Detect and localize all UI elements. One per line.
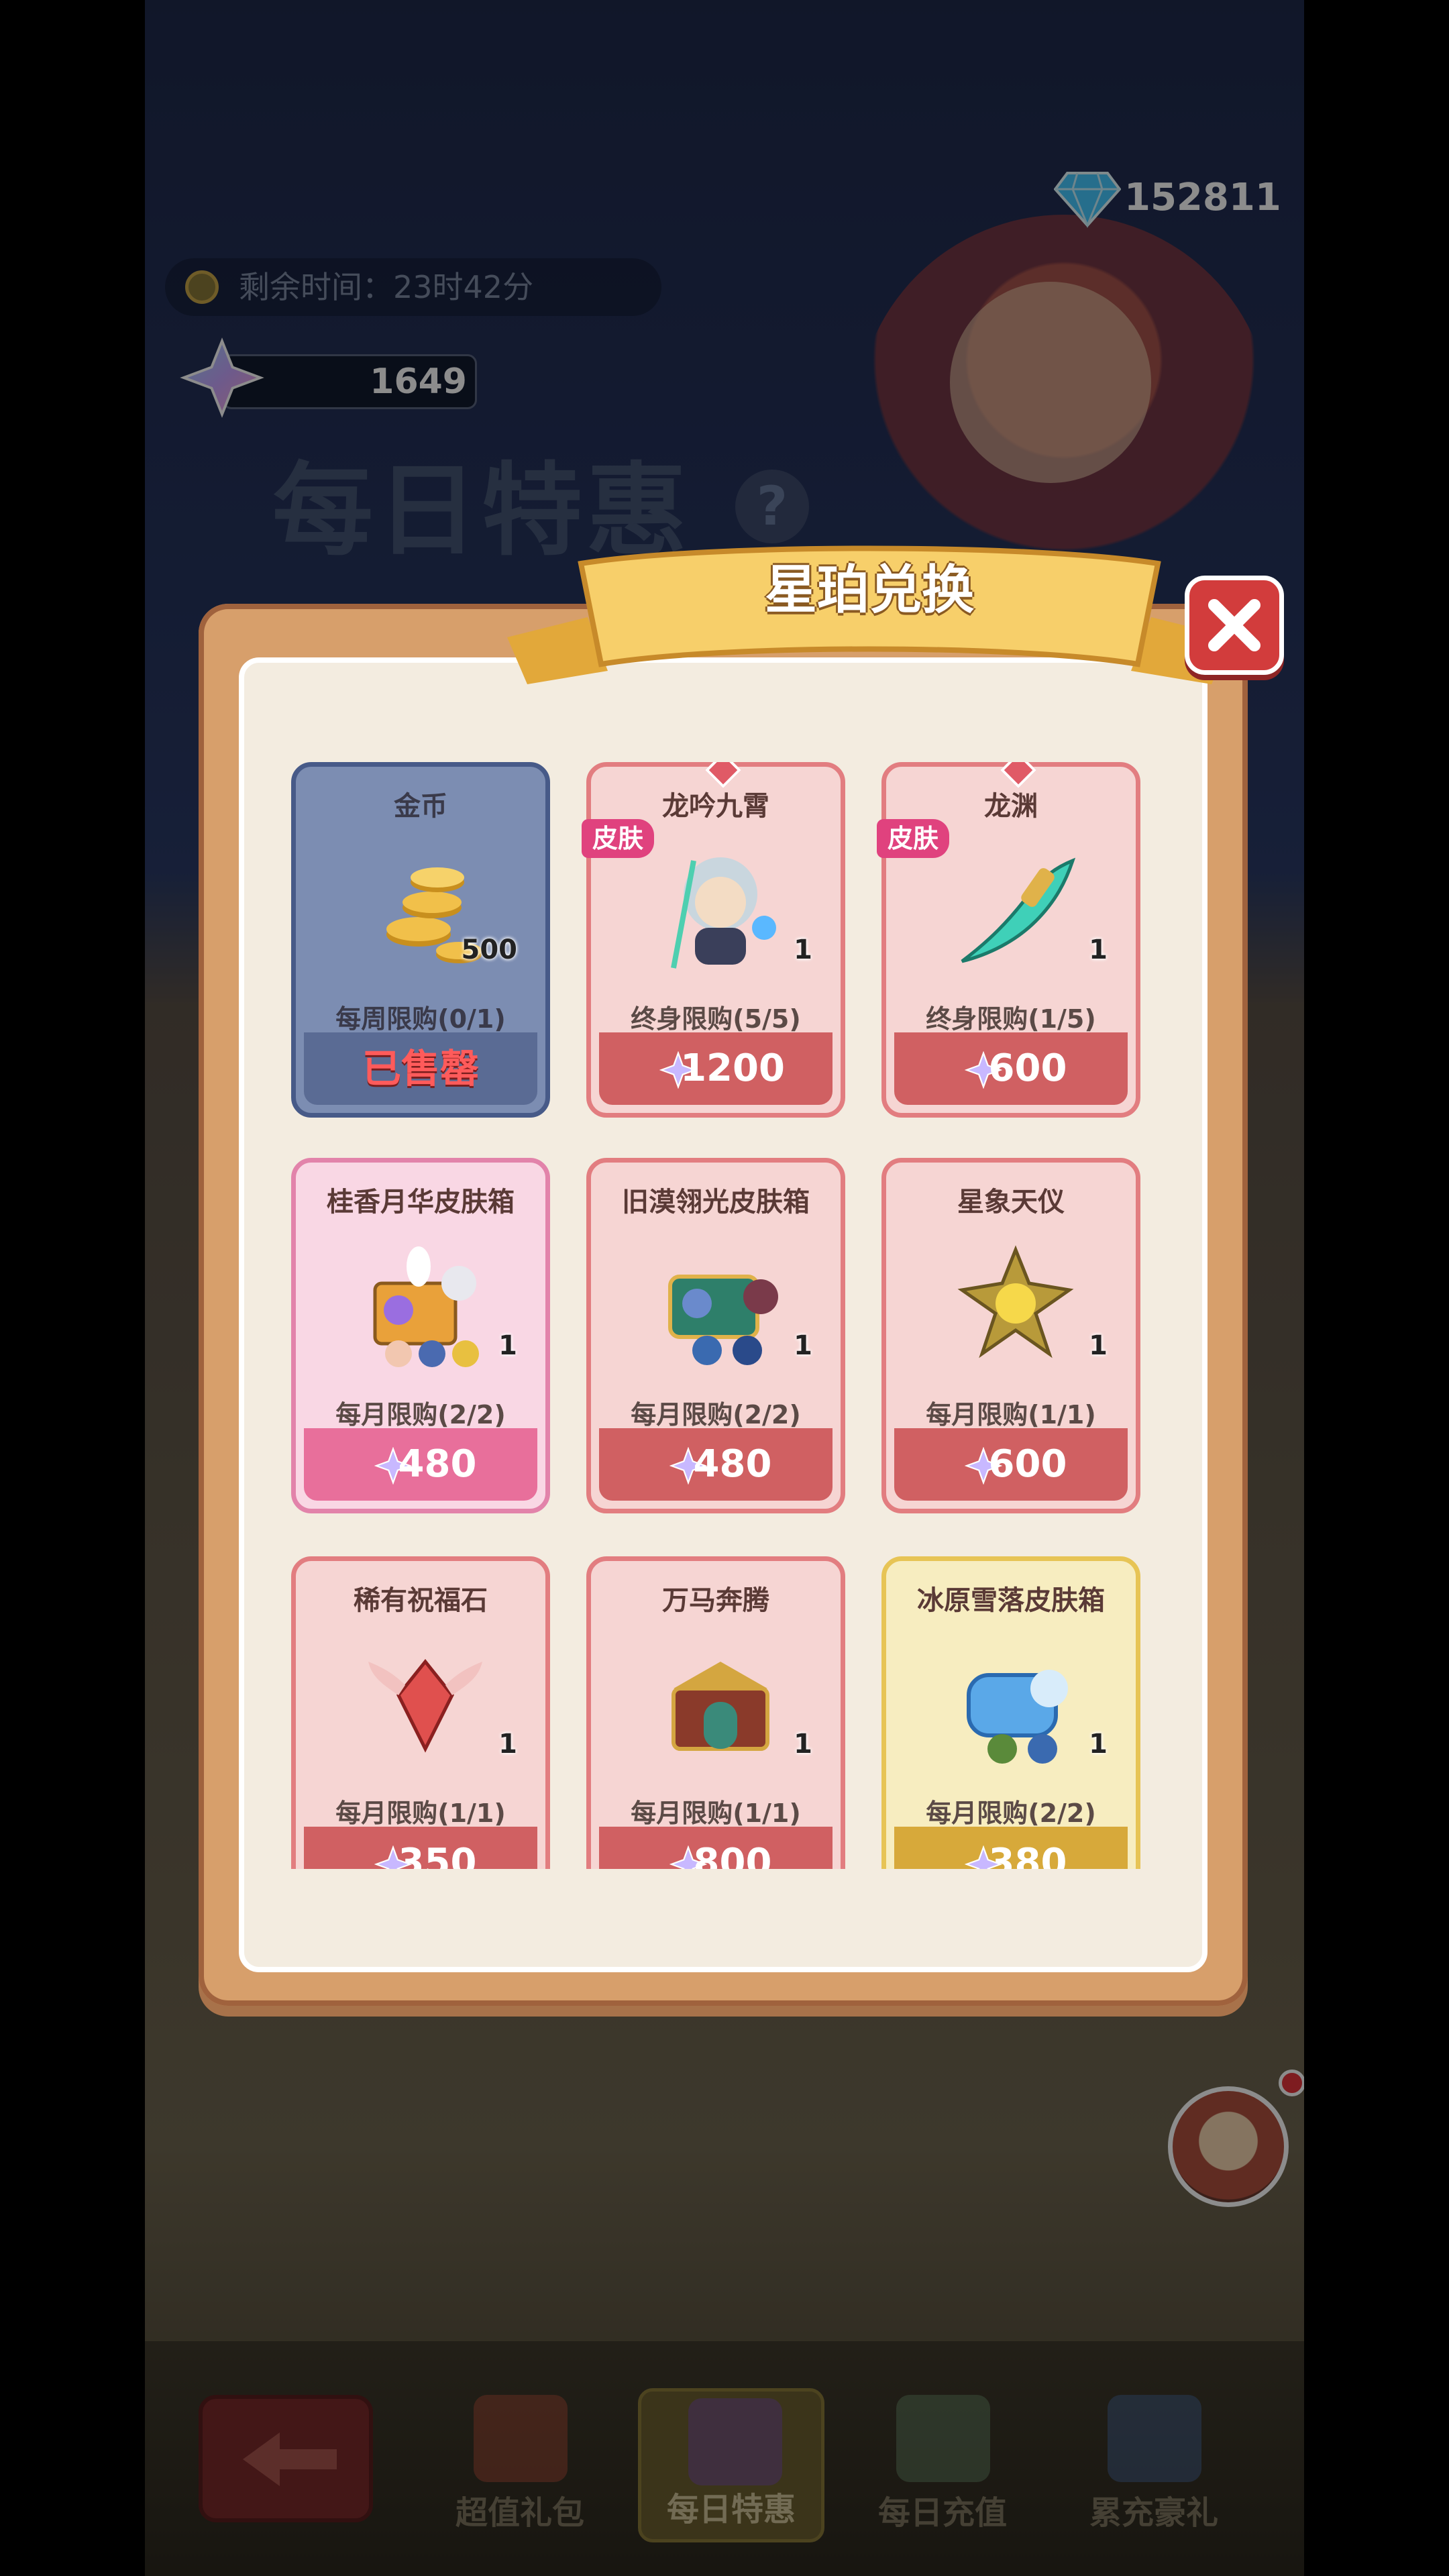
buy-button[interactable]: 600: [894, 1428, 1128, 1501]
purchase-limit: 终身限购(1/5): [926, 1004, 1096, 1034]
shop-item-card[interactable]: 稀有祝福石 1 每月限购(1/1) 350: [291, 1556, 550, 1869]
item-quantity: 1: [794, 1330, 812, 1361]
item-name: 冰原雪落皮肤箱: [917, 1585, 1105, 1616]
purchase-limit: 每月限购(1/1): [926, 1400, 1096, 1430]
buy-button[interactable]: 480: [304, 1428, 537, 1501]
item-name: 星象天仪: [957, 1187, 1065, 1218]
buy-button[interactable]: 480: [599, 1428, 833, 1501]
close-button[interactable]: [1185, 576, 1284, 675]
item-name: 龙吟九霄: [662, 791, 769, 822]
astrolabe-icon: [957, 1245, 1074, 1358]
item-price: 600: [988, 1442, 1067, 1486]
shop-item-card[interactable]: 皮肤 龙吟九霄 1 终身限购(5/5) 1200: [582, 762, 845, 1118]
purchase-limit: 每月限购(2/2): [926, 1799, 1096, 1828]
item-price: 380: [988, 1841, 1067, 1869]
buy-button[interactable]: 600: [894, 1032, 1128, 1105]
item-quantity: 1: [1089, 1729, 1108, 1760]
item-price: 480: [693, 1442, 772, 1486]
item-name: 龙渊: [984, 791, 1038, 822]
sold-out-label: 已售罄: [362, 1046, 479, 1091]
skin-chest-icon: [668, 1275, 778, 1365]
item-name: 金币: [394, 791, 447, 822]
item-quantity: 1: [498, 1729, 517, 1760]
item-name: 桂香月华皮肤箱: [327, 1187, 515, 1218]
shop-item-card[interactable]: 万马奔腾 1 每月限购(1/1) 800: [586, 1556, 845, 1869]
modal-title: 星珀兑换: [764, 560, 974, 621]
buy-button[interactable]: 1200: [599, 1032, 833, 1105]
shop-item-card[interactable]: 星象天仪 1 每月限购(1/1) 600: [881, 1158, 1140, 1513]
sold-out-bar: 已售罄: [304, 1032, 537, 1105]
item-name: 万马奔腾: [662, 1585, 769, 1616]
game-screen: 每日特惠 ? 剩余时间：23时42分 1649 152811 超值礼包 每日特惠…: [145, 0, 1304, 2576]
item-quantity: 500: [461, 934, 518, 965]
purchase-limit: 每月限购(2/2): [631, 1400, 801, 1430]
item-quantity: 1: [794, 1729, 812, 1760]
item-quantity: 1: [794, 934, 812, 965]
item-quantity: 1: [1089, 934, 1108, 965]
exchange-modal: 金币 500 每周限购(0/1) 已售罄 皮肤 龙吟九霄 1 终身限购(5/5)…: [199, 604, 1248, 2006]
item-price: 350: [398, 1841, 477, 1869]
close-icon: [1208, 599, 1260, 651]
blessing-stone-icon: [368, 1658, 482, 1753]
dragon-blade-icon: [961, 857, 1076, 963]
purchase-limit: 每月限购(1/1): [335, 1799, 506, 1828]
item-price: 1200: [680, 1046, 785, 1090]
shop-item-card[interactable]: 金币 500 每周限购(0/1) 已售罄: [291, 762, 550, 1118]
skin-chest-icon: [967, 1670, 1068, 1764]
shop-item-card[interactable]: 桂香月华皮肤箱 1 每月限购(2/2) 480: [291, 1158, 550, 1513]
buy-button[interactable]: 800: [599, 1827, 833, 1869]
shop-item-card[interactable]: 皮肤 龙渊 1 终身限购(1/5) 600: [877, 762, 1140, 1118]
purchase-limit: 终身限购(5/5): [631, 1004, 801, 1034]
purchase-limit: 每月限购(2/2): [335, 1400, 506, 1430]
item-quantity: 1: [1089, 1330, 1108, 1361]
purchase-limit: 每周限购(0/1): [335, 1004, 506, 1034]
purchase-limit: 每月限购(1/1): [631, 1799, 801, 1828]
buy-button[interactable]: 380: [894, 1827, 1128, 1869]
horse-gate-icon: [672, 1662, 769, 1751]
item-quantity: 1: [498, 1330, 517, 1361]
skin-tag: 皮肤: [877, 819, 949, 858]
hero-skin-icon: [671, 857, 776, 969]
item-price: 600: [988, 1046, 1067, 1090]
modal-content: 金币 500 每周限购(0/1) 已售罄 皮肤 龙吟九霄 1 终身限购(5/5)…: [239, 657, 1208, 1972]
item-grid: 金币 500 每周限购(0/1) 已售罄 皮肤 龙吟九霄 1 终身限购(5/5)…: [291, 762, 1163, 1869]
item-name: 稀有祝福石: [354, 1585, 488, 1616]
shop-item-card[interactable]: 冰原雪落皮肤箱 1 每月限购(2/2) 380: [881, 1556, 1140, 1869]
item-name: 旧漠翎光皮肤箱: [622, 1187, 810, 1218]
buy-button[interactable]: 350: [304, 1827, 537, 1869]
shop-item-card[interactable]: 旧漠翎光皮肤箱 1 每月限购(2/2) 480: [586, 1158, 845, 1513]
skin-tag: 皮肤: [582, 819, 654, 858]
item-price: 480: [398, 1442, 477, 1486]
skin-chest-icon: [373, 1246, 479, 1367]
item-price: 800: [693, 1841, 772, 1869]
